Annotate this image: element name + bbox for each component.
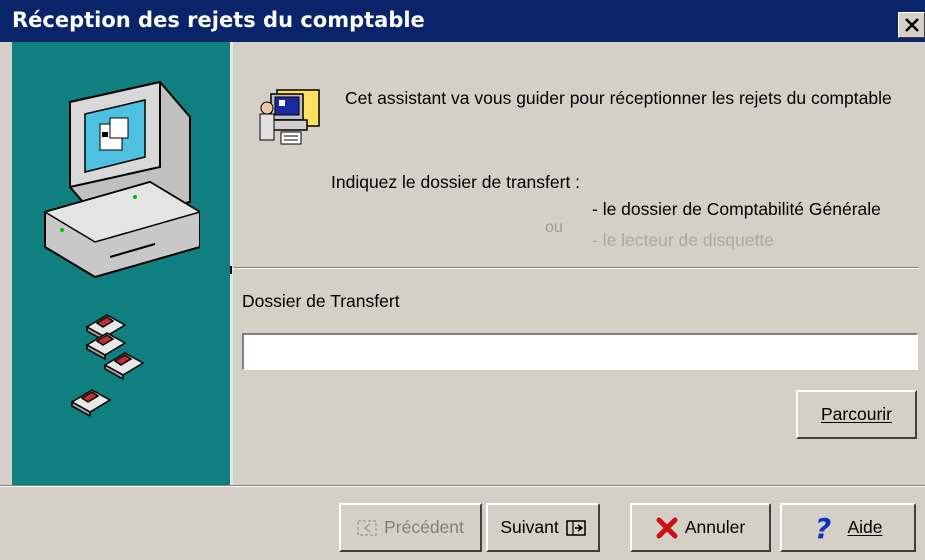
previous-button-label: Précédent	[384, 517, 464, 537]
next-button[interactable]: Suivant	[486, 503, 600, 552]
bottom-divider	[0, 485, 925, 487]
title-bar: Réception des rejets du comptable	[0, 0, 925, 42]
option-general-accounting: - le dossier de Comptabilité Générale	[592, 199, 881, 219]
help-button[interactable]: ? Aide	[780, 503, 916, 552]
question-icon: ?	[813, 514, 835, 542]
or-text: ou	[545, 219, 563, 236]
svg-text:?: ?	[815, 514, 831, 542]
transfer-folder-input[interactable]	[242, 333, 918, 370]
close-button[interactable]	[898, 12, 925, 38]
close-icon	[905, 18, 919, 32]
diskette-icon	[70, 314, 145, 418]
cancel-button-label: Annuler	[684, 517, 746, 537]
browse-button-label: Parcourir	[821, 404, 892, 424]
cancel-button[interactable]: Annuler	[630, 503, 771, 552]
instruction-text: Indiquez le dossier de transfert :	[331, 172, 581, 192]
help-button-label: Aide	[847, 517, 883, 537]
next-button-label: Suivant	[500, 517, 559, 537]
computer-icon	[43, 80, 200, 279]
panel-divider-mark	[230, 266, 232, 274]
browse-button[interactable]: Parcourir	[796, 390, 917, 439]
red-x-icon	[656, 517, 678, 539]
wizard-side-panel	[12, 42, 233, 485]
transfer-folder-label: Dossier de Transfert	[242, 291, 400, 311]
previous-button[interactable]: Précédent	[339, 503, 482, 552]
intro-text: Cet assistant va vous guider pour récept…	[345, 88, 892, 108]
divider	[234, 267, 919, 269]
previous-arrow-icon	[357, 519, 377, 536]
option-floppy-drive: - le lecteur de disquette	[592, 230, 774, 250]
next-arrow-icon	[565, 519, 586, 536]
window-title: Réception des rejets du comptable	[12, 8, 425, 32]
wizard-icon	[259, 89, 320, 145]
